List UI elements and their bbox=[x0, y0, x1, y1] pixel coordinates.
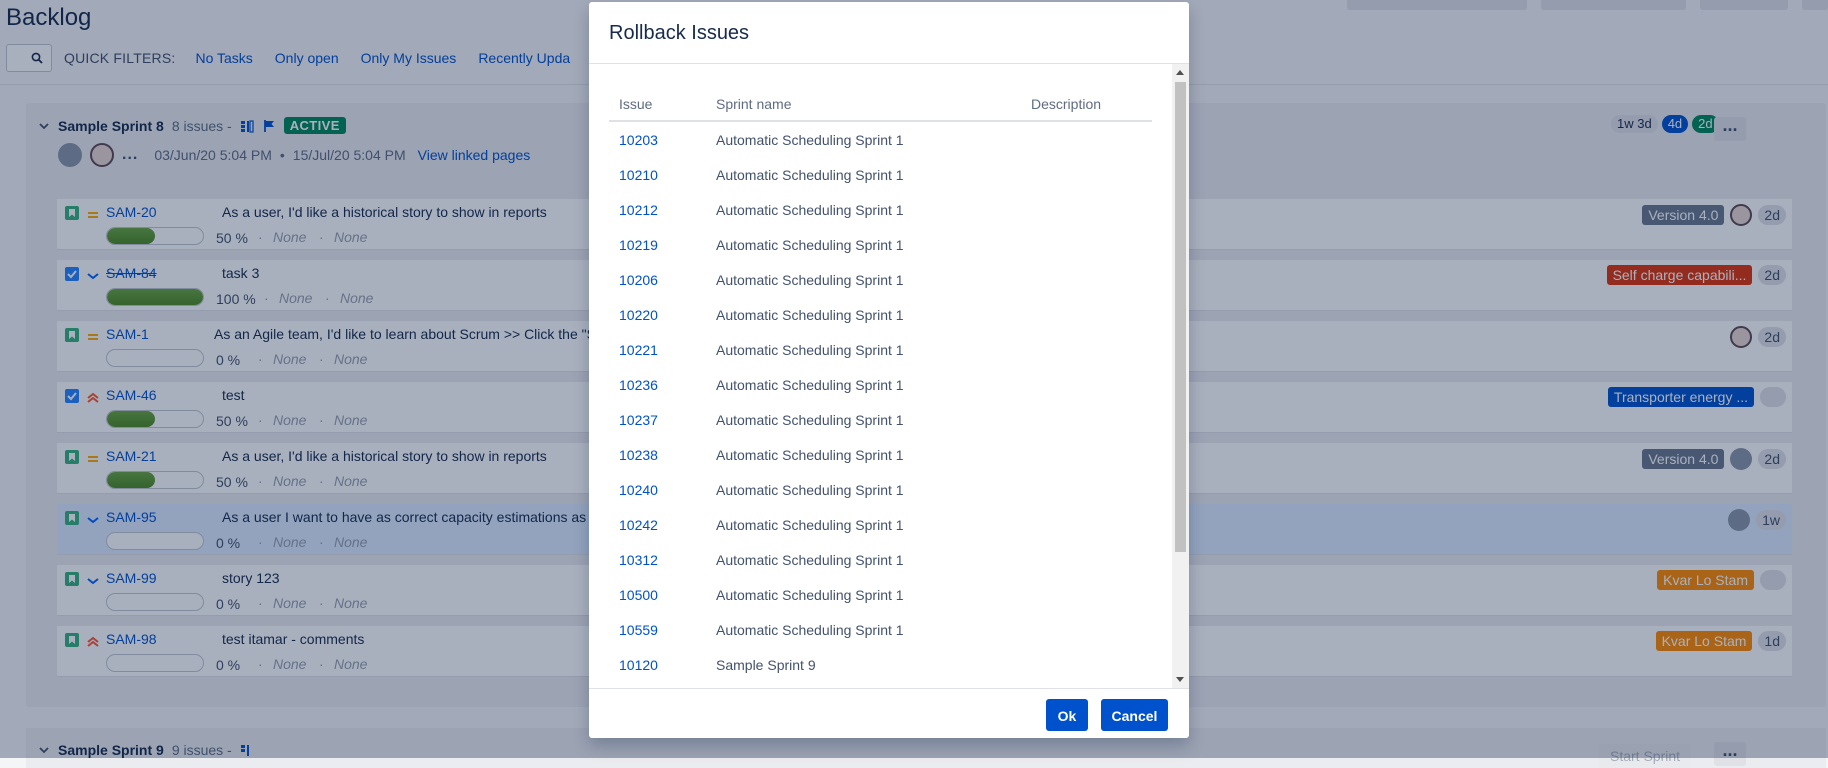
table-row[interactable]: 10240 Automatic Scheduling Sprint 1 bbox=[609, 474, 1152, 509]
sprint-name-cell: Automatic Scheduling Sprint 1 bbox=[716, 517, 904, 533]
table-row[interactable]: 10236 Automatic Scheduling Sprint 1 bbox=[609, 369, 1152, 404]
issue-id-link[interactable]: 10210 bbox=[619, 167, 658, 183]
table-row[interactable]: 10203 Automatic Scheduling Sprint 1 bbox=[609, 124, 1152, 159]
scrollbar-thumb[interactable] bbox=[1175, 82, 1186, 552]
issue-id-link[interactable]: 10238 bbox=[619, 447, 658, 463]
sprint-name-cell: Automatic Scheduling Sprint 1 bbox=[716, 167, 904, 183]
column-issue: Issue bbox=[619, 96, 653, 112]
issue-id-link[interactable]: 10220 bbox=[619, 307, 658, 323]
table-header: Issue Sprint name Description bbox=[609, 94, 1152, 122]
issue-id-link[interactable]: 10500 bbox=[619, 587, 658, 603]
table-row[interactable]: 10500 Automatic Scheduling Sprint 1 bbox=[609, 579, 1152, 614]
issue-id-link[interactable]: 10203 bbox=[619, 132, 658, 148]
sprint-name-cell: Automatic Scheduling Sprint 1 bbox=[716, 622, 904, 638]
sprint-name-cell: Sample Sprint 9 bbox=[716, 657, 816, 673]
dialog-body[interactable]: Issue Sprint name Description 10203 Autom… bbox=[589, 64, 1173, 688]
issue-id-link[interactable]: 10242 bbox=[619, 517, 658, 533]
table-row[interactable]: 10212 Automatic Scheduling Sprint 1 bbox=[609, 194, 1152, 229]
table-row[interactable]: 10206 Automatic Scheduling Sprint 1 bbox=[609, 264, 1152, 299]
issue-id-link[interactable]: 10221 bbox=[619, 342, 658, 358]
table-row[interactable]: 10312 Automatic Scheduling Sprint 1 bbox=[609, 544, 1152, 579]
table-row[interactable]: 10219 Automatic Scheduling Sprint 1 bbox=[609, 229, 1152, 264]
table-row[interactable]: 10220 Automatic Scheduling Sprint 1 bbox=[609, 299, 1152, 334]
table-row[interactable]: 10238 Automatic Scheduling Sprint 1 bbox=[609, 439, 1152, 474]
dialog-title: Rollback Issues bbox=[609, 22, 750, 44]
issue-id-link[interactable]: 10206 bbox=[619, 272, 658, 288]
table-row[interactable]: 10210 Automatic Scheduling Sprint 1 bbox=[609, 159, 1152, 194]
table-row[interactable]: 10559 Automatic Scheduling Sprint 1 bbox=[609, 614, 1152, 649]
sprint-name-cell: Automatic Scheduling Sprint 1 bbox=[716, 307, 904, 323]
dialog-footer-divider bbox=[589, 688, 1189, 689]
issue-id-link[interactable]: 10212 bbox=[619, 202, 658, 218]
issue-id-link[interactable]: 10312 bbox=[619, 552, 658, 568]
issue-id-link[interactable]: 10240 bbox=[619, 482, 658, 498]
scroll-down-arrow[interactable] bbox=[1176, 677, 1184, 682]
sprint-name-cell: Automatic Scheduling Sprint 1 bbox=[716, 412, 904, 428]
cancel-button[interactable]: Cancel bbox=[1101, 699, 1168, 731]
issue-id-link[interactable]: 10219 bbox=[619, 237, 658, 253]
sprint-name-cell: Automatic Scheduling Sprint 1 bbox=[716, 482, 904, 498]
sprint-name-cell: Automatic Scheduling Sprint 1 bbox=[716, 202, 904, 218]
rollback-issues-dialog: Rollback Issues Issue Sprint name Descri… bbox=[589, 2, 1189, 738]
table-row[interactable]: 10120 Sample Sprint 9 bbox=[609, 649, 1152, 684]
issue-id-link[interactable]: 10236 bbox=[619, 377, 658, 393]
sprint-name-cell: Automatic Scheduling Sprint 1 bbox=[716, 587, 904, 603]
ok-button[interactable]: Ok bbox=[1046, 699, 1088, 731]
table-row[interactable]: 10237 Automatic Scheduling Sprint 1 bbox=[609, 404, 1152, 439]
column-sprint-name: Sprint name bbox=[716, 96, 792, 112]
issue-id-link[interactable]: 10559 bbox=[619, 622, 658, 638]
sprint-name-cell: Automatic Scheduling Sprint 1 bbox=[716, 552, 904, 568]
sprint-name-cell: Automatic Scheduling Sprint 1 bbox=[716, 132, 904, 148]
sprint-name-cell: Automatic Scheduling Sprint 1 bbox=[716, 342, 904, 358]
sprint-name-cell: Automatic Scheduling Sprint 1 bbox=[716, 272, 904, 288]
sprint-name-cell: Automatic Scheduling Sprint 1 bbox=[716, 237, 904, 253]
table-row[interactable]: 10242 Automatic Scheduling Sprint 1 bbox=[609, 509, 1152, 544]
dialog-scrollbar[interactable] bbox=[1172, 64, 1189, 688]
issue-id-link[interactable]: 10120 bbox=[619, 657, 658, 673]
table-row[interactable]: 10221 Automatic Scheduling Sprint 1 bbox=[609, 334, 1152, 369]
sprint-name-cell: Automatic Scheduling Sprint 1 bbox=[716, 447, 904, 463]
column-description: Description bbox=[1031, 96, 1102, 112]
sprint-name-cell: Automatic Scheduling Sprint 1 bbox=[716, 377, 904, 393]
scroll-up-arrow[interactable] bbox=[1176, 70, 1184, 75]
issue-id-link[interactable]: 10237 bbox=[619, 412, 658, 428]
